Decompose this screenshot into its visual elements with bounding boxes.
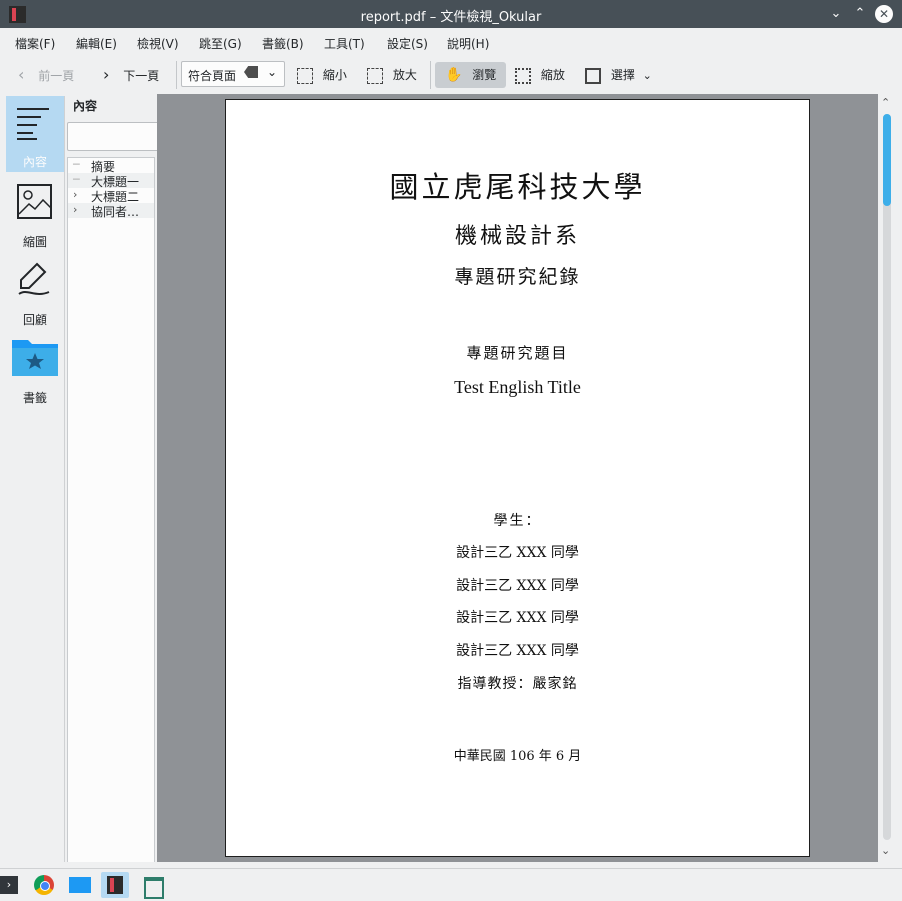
previous-page-button[interactable]: ‹ 前一頁	[18, 62, 74, 88]
contents-panel-title: 內容	[73, 99, 98, 113]
sidebar-item-label: 書籤	[22, 391, 47, 405]
chevron-left-icon: ‹	[18, 65, 25, 84]
bookmark-folder-icon	[12, 340, 58, 376]
scrollbar-handle[interactable]	[883, 114, 891, 206]
toc-search-input[interactable]	[67, 122, 159, 151]
menu-bookmarks[interactable]: 書籤(B)	[262, 35, 304, 52]
zoom-in-icon	[367, 67, 383, 84]
terminal-task[interactable]: ›	[0, 872, 20, 898]
scroll-up-icon[interactable]: ⌃	[881, 96, 890, 109]
vertical-scrollbar[interactable]: ⌃ ⌄	[878, 94, 902, 862]
close-icon[interactable]: ✕	[875, 5, 893, 23]
page-student: 設計三乙 XXX 同學	[456, 610, 579, 626]
next-page-label: 下一頁	[123, 69, 160, 83]
mail-icon	[69, 877, 91, 893]
hand-icon: ✋	[445, 67, 463, 83]
page-advisor: 指導教授：嚴家銘	[457, 676, 578, 692]
toolbar-separator	[430, 61, 431, 89]
sidebar-item-review[interactable]: 回顧	[6, 254, 64, 330]
menu-view[interactable]: 檢視(V)	[137, 35, 179, 52]
page-topic-label: 專題研究題目	[466, 344, 569, 362]
scrollbar-track[interactable]	[883, 114, 891, 840]
zoom-combo[interactable]: 符合頁面 ⌄	[181, 61, 285, 87]
page-student: 設計三乙 XXX 同學	[456, 578, 579, 594]
sidebar-item-thumbnails[interactable]: 縮圖	[6, 176, 64, 252]
clear-text-icon[interactable]	[244, 66, 258, 78]
page-student: 設計三乙 XXX 同學	[456, 643, 579, 659]
menu-help[interactable]: 說明(H)	[447, 35, 489, 52]
toc-item-label: 協同者…	[91, 205, 140, 219]
review-icon	[18, 262, 50, 295]
chevron-down-icon[interactable]: ⌄	[643, 69, 652, 82]
thumbnails-icon	[17, 184, 52, 219]
menu-edit[interactable]: 編輯(E)	[76, 35, 117, 52]
toc-item[interactable]: ─ 摘要	[68, 158, 154, 174]
okular-task[interactable]	[101, 872, 129, 898]
chevron-right-icon[interactable]: ›	[73, 203, 77, 216]
sidebar-item-label: 回顧	[22, 313, 47, 327]
chrome-task[interactable]	[30, 872, 58, 898]
zoom-in-button[interactable]: 放大	[367, 62, 417, 88]
page-english-title: Test English Title	[454, 377, 581, 397]
sidebar-item-contents[interactable]: 內容	[6, 96, 64, 172]
toc-tree: ─ 摘要 ─ 大標題一 › 大標題二 › 協同者…	[67, 157, 155, 865]
zoom-out-label: 縮小	[322, 68, 347, 82]
page-university: 國立虎尾科技大學	[389, 170, 646, 204]
contents-panel: 內容 ─ 摘要 ─ 大標題一 › 大標題二 › 協同者…	[66, 96, 159, 867]
menu-bar: 檔案(F) 編輯(E) 檢視(V) 跳至(G) 書籤(B) 工具(T) 設定(S…	[0, 28, 902, 56]
zoom-combo-value: 符合頁面	[188, 69, 237, 83]
chevron-right-icon[interactable]: ›	[73, 188, 77, 201]
main-toolbar: ‹ 前一頁 › 下一頁 縮小 放大 ✋ 瀏覽 縮放 選擇 ⌄	[0, 56, 902, 94]
zoom-tool-button[interactable]: 縮放	[515, 62, 565, 88]
select-tool-button[interactable]: 選擇 ⌄	[585, 62, 652, 88]
select-tool-label: 選擇	[610, 68, 635, 82]
presentation-task[interactable]	[139, 872, 167, 899]
previous-page-label: 前一頁	[38, 69, 75, 83]
zoom-rect-icon	[515, 67, 531, 84]
sidebar-item-label: 內容	[22, 155, 47, 169]
browse-tool-button[interactable]: ✋ 瀏覽	[435, 62, 507, 88]
menu-tools[interactable]: 工具(T)	[324, 35, 365, 52]
zoom-out-button[interactable]: 縮小	[297, 62, 347, 88]
toolbar-separator	[176, 61, 177, 89]
window-title: report.pdf – 文件檢視_Okular	[360, 10, 542, 25]
next-page-button[interactable]: › 下一頁	[103, 62, 159, 88]
document-page: 國立虎尾科技大學 機械設計系 專題研究紀錄 專題研究題目 Test Englis…	[225, 99, 810, 857]
sidebar-item-bookmarks[interactable]: 書籤	[6, 332, 64, 408]
menu-file[interactable]: 檔案(F)	[15, 35, 55, 52]
toc-item[interactable]: › 大標題二	[68, 188, 154, 204]
mail-task[interactable]	[66, 872, 94, 898]
page-students-label: 學生：	[493, 513, 542, 529]
toc-item[interactable]: ─ 大標題一	[68, 173, 154, 189]
zoom-in-label: 放大	[392, 68, 417, 82]
zoom-out-icon	[297, 67, 313, 84]
scroll-down-icon[interactable]: ⌄	[881, 844, 890, 857]
page-date: 中華民國 106 年 6 月	[453, 749, 582, 764]
terminal-icon: ›	[0, 876, 18, 894]
browse-tool-label: 瀏覽	[472, 68, 497, 82]
page-department: 機械設計系	[454, 224, 580, 249]
document-viewer[interactable]: 國立虎尾科技大學 機械設計系 專題研究紀錄 專題研究題目 Test Englis…	[157, 94, 878, 862]
sidebar-rail: 內容 縮圖 回顧 書籤	[6, 96, 65, 867]
taskbar: ›	[0, 868, 902, 901]
chevron-right-icon: ›	[103, 65, 110, 84]
presentation-icon	[144, 877, 164, 899]
select-rect-icon	[585, 67, 601, 84]
title-bar: report.pdf – 文件檢視_Okular ⌄ ⌃ ✕	[0, 0, 902, 28]
zoom-tool-label: 縮放	[540, 68, 565, 82]
minimize-icon[interactable]: ⌄	[827, 5, 845, 23]
sidebar-item-label: 縮圖	[22, 235, 47, 249]
menu-settings[interactable]: 設定(S)	[387, 35, 428, 52]
page-student: 設計三乙 XXX 同學	[456, 545, 579, 561]
toc-item[interactable]: › 協同者…	[68, 203, 154, 219]
contents-icon	[17, 108, 49, 140]
menu-go[interactable]: 跳至(G)	[199, 35, 242, 52]
maximize-icon[interactable]: ⌃	[851, 5, 869, 23]
chevron-down-icon[interactable]: ⌄	[267, 65, 277, 79]
page-record-title: 專題研究紀錄	[454, 266, 581, 288]
